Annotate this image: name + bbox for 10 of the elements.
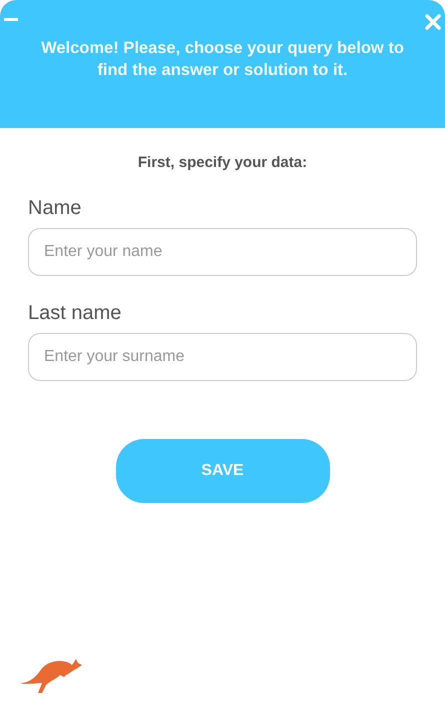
input-field[interactable]: Enter your surname: [28, 333, 417, 381]
input-field[interactable]: Enter your name: [28, 228, 417, 276]
field-label: Last name: [28, 302, 122, 325]
form-intro: First, specify your data:: [136, 154, 308, 171]
welcome-message: Welcome! Please, choose your query below to find the answer or solution to it.: [40, 38, 405, 81]
field-label: Name: [28, 197, 82, 220]
kangaroo-icon: [20, 657, 82, 693]
save-button[interactable]: SAVE: [116, 439, 330, 503]
close-icon[interactable]: [425, 14, 441, 30]
minimize-icon[interactable]: [4, 18, 18, 22]
